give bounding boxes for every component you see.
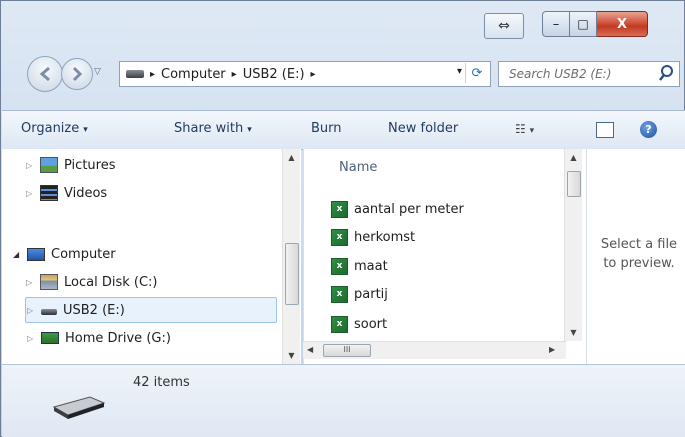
nav-item-local-disk[interactable]: ▷ Local Disk (C:): [26, 271, 157, 293]
breadcrumb-separator-icon: ▸: [150, 68, 156, 80]
address-dropdown-icon[interactable]: ▾: [457, 66, 462, 77]
search-box[interactable]: Search USB2 (E:): [498, 61, 680, 87]
burn-button[interactable]: Burn: [311, 121, 342, 136]
list-item[interactable]: x maat: [331, 255, 388, 277]
scroll-down-icon[interactable]: ▼: [565, 324, 582, 341]
expand-icon[interactable]: ▷: [26, 161, 36, 170]
views-icon: ☷: [515, 122, 526, 136]
preview-pane-icon[interactable]: [596, 122, 614, 138]
local-disk-icon: [40, 274, 58, 290]
network-drive-icon: [41, 332, 59, 344]
close-button[interactable]: X: [597, 11, 648, 37]
new-folder-button[interactable]: New folder: [388, 121, 458, 136]
expand-icon[interactable]: ▷: [26, 278, 36, 287]
excel-file-icon: x: [331, 315, 348, 333]
videos-icon: [40, 185, 58, 201]
usb-drive-icon: [41, 309, 57, 315]
nav-pane-scrollbar[interactable]: ▲ ▼: [282, 149, 300, 364]
scroll-down-icon[interactable]: ▼: [283, 347, 300, 364]
maximize-button[interactable]: □: [570, 11, 597, 37]
breadcrumb-separator-icon: ▸: [310, 68, 316, 80]
details-pane: 42 items: [2, 364, 685, 437]
chevron-down-icon: ▾: [83, 125, 88, 135]
usb-drive-icon: [126, 70, 144, 78]
file-list-scrollbar[interactable]: ▲ ▼: [564, 149, 582, 341]
recent-pages-dropdown[interactable]: ▽: [94, 67, 101, 77]
excel-file-icon: x: [331, 257, 348, 275]
column-header-name[interactable]: Name: [339, 160, 377, 175]
expand-icon[interactable]: ▷: [26, 189, 36, 198]
list-item[interactable]: x aantal per meter: [331, 198, 464, 220]
usb-drive-large-icon: [52, 396, 106, 419]
search-icon[interactable]: [658, 64, 674, 82]
scroll-thumb[interactable]: [567, 171, 581, 197]
breadcrumb-more[interactable]: ▸: [311, 69, 322, 80]
collapse-icon[interactable]: ◢: [13, 250, 23, 259]
nav-item-home-drive[interactable]: ▷ Home Drive (G:): [27, 327, 171, 349]
excel-file-icon: x: [331, 285, 348, 303]
expand-icon[interactable]: ▷: [27, 334, 37, 343]
file-list-horizontal-scrollbar[interactable]: ◀ III ▶: [303, 341, 566, 359]
maximize-icon: □: [577, 17, 589, 31]
preview-pane: Select a file to preview.: [586, 149, 685, 364]
resize-icon: ⇔: [498, 18, 510, 34]
views-button[interactable]: ☷ ▾: [515, 122, 534, 136]
list-item[interactable]: x herkomst: [331, 226, 415, 248]
forward-arrow-icon: [72, 66, 83, 82]
nav-item-computer[interactable]: ◢ Computer: [13, 243, 116, 265]
refresh-icon[interactable]: ⟳: [465, 63, 488, 83]
breadcrumb-usb2[interactable]: ▸ USB2 (E:): [232, 67, 305, 82]
breadcrumb-separator-icon: ▸: [231, 68, 237, 80]
scroll-up-icon[interactable]: ▲: [283, 149, 300, 166]
address-bar[interactable]: ▸ Computer ▸ USB2 (E:) ▸ ▾ ⟳: [119, 61, 491, 87]
minimize-button[interactable]: –: [542, 11, 570, 37]
forward-button[interactable]: [61, 58, 93, 90]
nav-item-pictures[interactable]: ▷ Pictures: [26, 154, 115, 176]
preview-message-line1: Select a file: [600, 237, 678, 252]
help-icon[interactable]: ?: [640, 121, 657, 138]
preview-message-line2: to preview.: [603, 256, 675, 271]
expand-icon[interactable]: ▷: [27, 306, 37, 315]
pictures-icon: [40, 157, 58, 173]
nav-item-videos[interactable]: ▷ Videos: [26, 182, 107, 204]
back-arrow-icon: [39, 66, 50, 82]
minimize-icon: –: [552, 16, 560, 32]
command-bar: Organize ▾ Share with ▾ Burn New folder ☷ …: [2, 110, 685, 150]
list-item[interactable]: x partij: [331, 283, 388, 305]
scroll-right-icon[interactable]: ▶: [549, 345, 555, 354]
back-button[interactable]: [27, 56, 63, 92]
caption-buttons: – □ X: [542, 11, 683, 37]
list-item[interactable]: x soort: [331, 313, 387, 335]
scroll-thumb[interactable]: III: [323, 344, 371, 357]
scroll-thumb[interactable]: [285, 243, 299, 305]
computer-icon: [27, 247, 45, 261]
scroll-up-icon[interactable]: ▲: [565, 149, 582, 166]
chevron-down-icon: ▾: [247, 125, 252, 135]
excel-file-icon: x: [331, 228, 348, 246]
chevron-down-icon: ▾: [529, 126, 535, 136]
search-input[interactable]: Search USB2 (E:): [509, 67, 611, 81]
share-with-button[interactable]: Share with ▾: [174, 121, 252, 136]
item-count: 42 items: [133, 375, 190, 390]
file-list-pane: Name x aantal per meter x herkomst x maat x…: [303, 149, 586, 364]
scroll-left-icon[interactable]: ◀: [307, 345, 313, 354]
organize-button[interactable]: Organize ▾: [21, 121, 88, 136]
explorer-window: ⇔ – □ X ▽ ▸ Computer ▸ USB2 (E:) ▸ ▾ ⟳ Sea…: [0, 0, 685, 437]
breadcrumb-computer[interactable]: ▸ Computer: [150, 67, 226, 82]
resize-button[interactable]: ⇔: [484, 13, 524, 39]
excel-file-icon: x: [331, 200, 348, 218]
close-icon: X: [616, 16, 628, 32]
nav-item-usb2[interactable]: ▷ USB2 (E:): [27, 299, 125, 321]
